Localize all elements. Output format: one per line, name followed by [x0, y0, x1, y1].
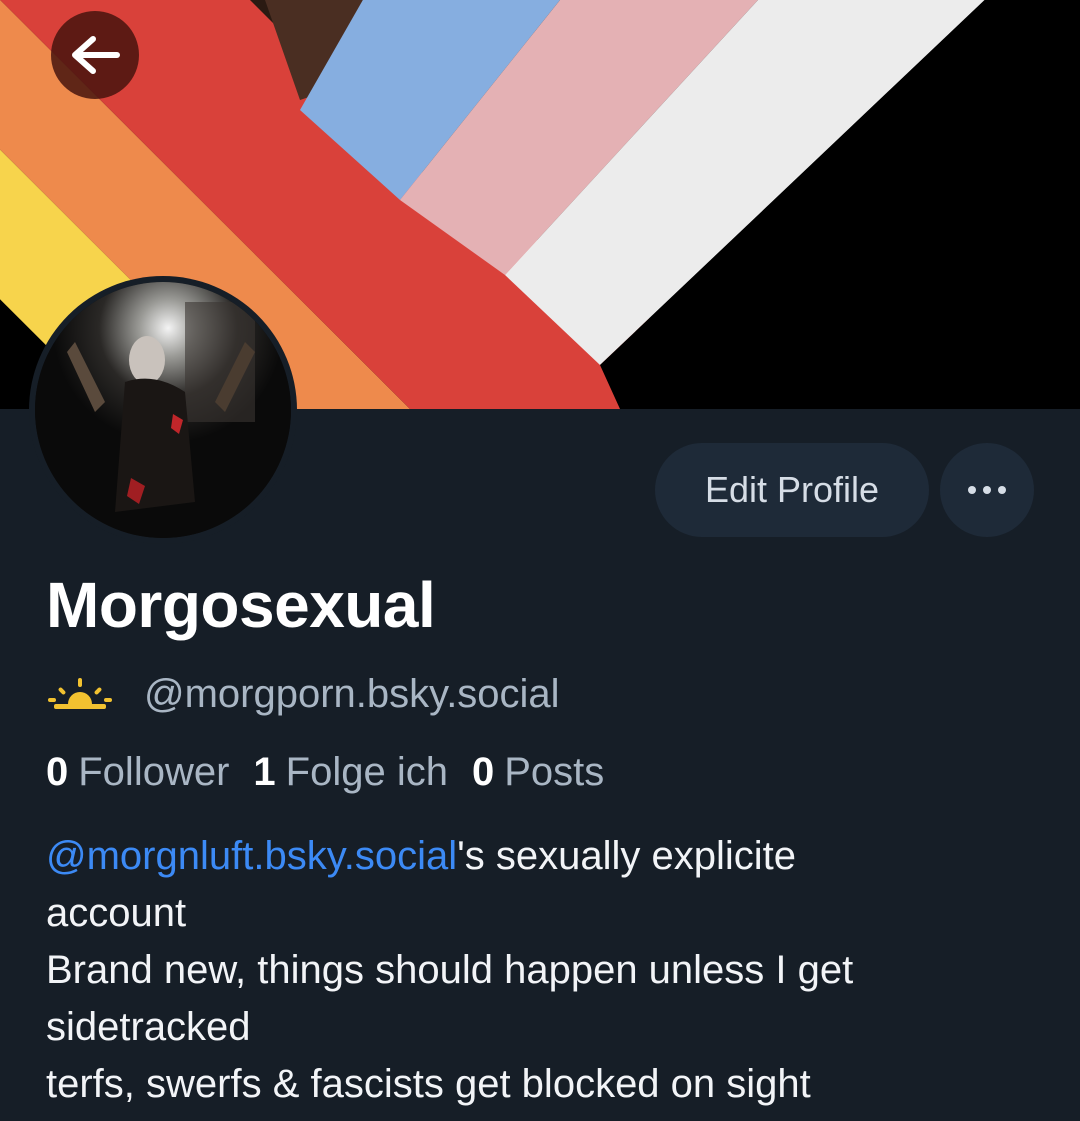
bio-line: @morgnluft.bsky.social's sexually explic…: [46, 828, 1046, 885]
edit-profile-button[interactable]: Edit Profile: [655, 443, 929, 537]
back-button[interactable]: [51, 11, 139, 99]
display-name: Morgosexual: [46, 569, 436, 641]
stat-following[interactable]: 1 Folge ich: [253, 750, 448, 795]
edit-profile-label: Edit Profile: [704, 469, 880, 510]
avatar-photo: [35, 282, 291, 538]
stat-posts: 0 Posts: [472, 750, 604, 795]
handle-row: @morgporn.bsky.social: [48, 666, 560, 722]
profile-screen: Edit Profile Morgosexual @morgporn.bsky.…: [0, 0, 1080, 1121]
avatar[interactable]: [29, 276, 297, 544]
profile-bio: @morgnluft.bsky.social's sexually explic…: [46, 828, 1046, 1113]
bio-text: 's sexually explicite: [457, 834, 797, 878]
sunrise-icon: [48, 678, 112, 709]
bio-line: terfs, swerfs & fascists get blocked on …: [46, 1062, 811, 1106]
stat-count: 0: [471, 749, 495, 794]
more-options-button[interactable]: [940, 443, 1034, 537]
ellipsis-icon: [968, 486, 1006, 494]
stat-count: 0: [46, 749, 69, 794]
bio-line: Brand new, things should happen unless I…: [46, 948, 854, 992]
stat-count: 1: [253, 749, 276, 794]
stats-row: 0 Follower 1 Folge ich 0 Posts: [46, 745, 628, 799]
mention-link[interactable]: @morgnluft.bsky.social: [46, 834, 457, 878]
avatar-image: [35, 282, 291, 538]
bio-line: account: [46, 891, 187, 935]
stat-label: Folge ich: [285, 749, 448, 794]
handle: @morgporn.bsky.social: [144, 671, 560, 716]
stat-label: Posts: [504, 749, 605, 794]
bio-line: sidetracked: [46, 1005, 251, 1049]
stat-label: Follower: [78, 749, 230, 794]
arrow-left-icon: [72, 36, 120, 74]
stat-followers[interactable]: 0 Follower: [46, 750, 229, 795]
